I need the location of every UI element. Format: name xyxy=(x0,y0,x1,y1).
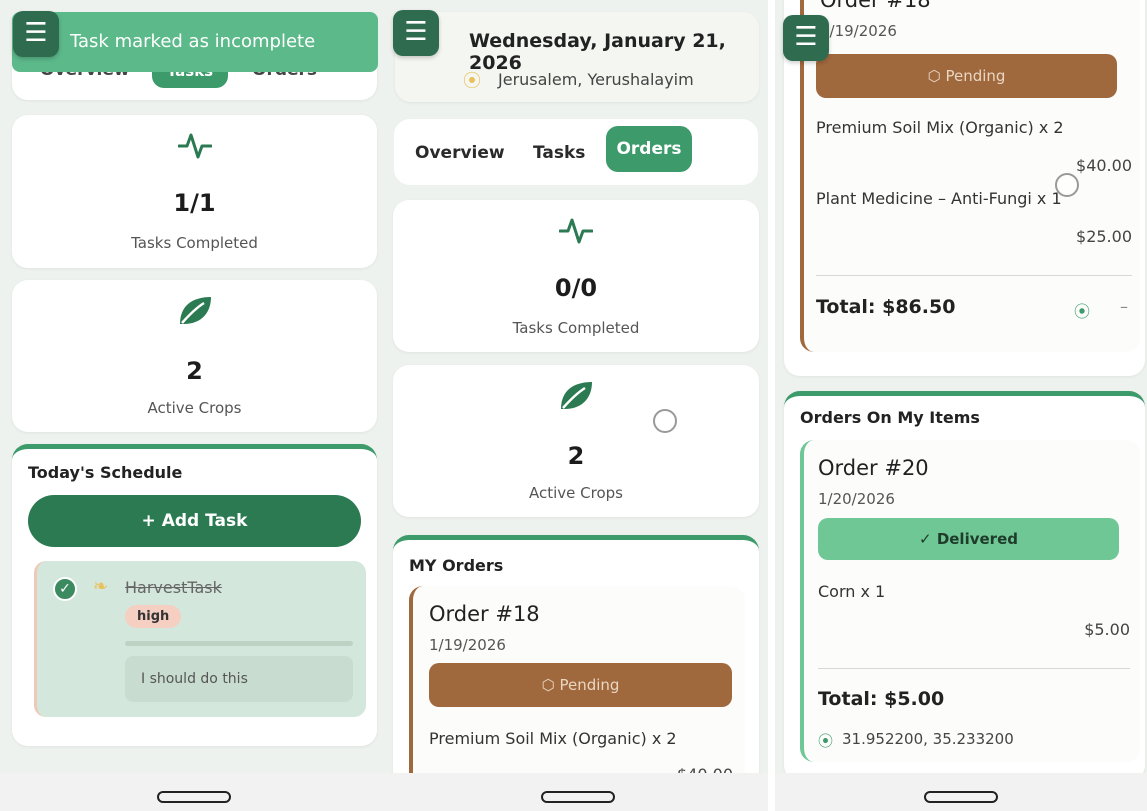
tasks-completed-value: 1/1 xyxy=(173,189,216,217)
order-date: 1/19/2026 xyxy=(429,636,506,654)
task-progress-bar xyxy=(125,641,353,646)
order-item-price: $25.00 xyxy=(1076,227,1132,246)
check-icon: ✓ xyxy=(919,530,937,548)
stat-card-crops: 2 Active Crops xyxy=(393,365,759,517)
order-total: Total: $5.00 xyxy=(818,688,945,710)
package-icon: ⬡ xyxy=(927,67,946,85)
toast-message: Task marked as incomplete xyxy=(12,12,378,72)
task-note: I should do this xyxy=(125,656,353,702)
leaf-icon xyxy=(12,294,377,332)
hamburger-icon: ☰ xyxy=(24,18,48,48)
activity-icon xyxy=(12,129,377,165)
task-checkbox[interactable]: ✓ xyxy=(53,577,77,601)
divider xyxy=(818,668,1130,669)
order-title: Order #18 xyxy=(820,0,931,12)
home-gesture-pill[interactable] xyxy=(540,791,615,803)
order-total: Total: $86.50 xyxy=(816,296,956,318)
menu-button[interactable]: ☰ xyxy=(13,11,59,57)
status-badge: ⬡ Pending xyxy=(816,54,1117,98)
schedule-title: Today's Schedule xyxy=(28,463,183,482)
active-crops-value: 2 xyxy=(186,357,203,385)
menu-button[interactable]: ☰ xyxy=(393,10,439,56)
divider xyxy=(816,275,1132,276)
gesture-bar xyxy=(387,773,768,811)
order-card[interactable]: Order #18 1/19/2026 ⬡ Pending Premium So… xyxy=(800,0,1140,352)
status-badge: ✓ Delivered xyxy=(818,518,1119,560)
stat-card-tasks: 0/0 Tasks Completed xyxy=(393,200,759,352)
date-header-card: Wednesday, January 21, 2026 ⦿ Jerusalem,… xyxy=(395,12,759,102)
task-name: HarvestTask xyxy=(125,578,222,597)
hamburger-icon: ☰ xyxy=(404,17,428,47)
tab-orders[interactable]: Orders xyxy=(606,126,692,172)
location-pin-icon: ⦿ xyxy=(818,732,834,750)
tasks-completed-label: Tasks Completed xyxy=(131,234,258,252)
order-item: Premium Soil Mix (Organic) x 2 xyxy=(816,118,1064,137)
stat-card-tasks: 1/1 Tasks Completed xyxy=(12,115,377,268)
my-order-card-continued: Order #18 1/19/2026 ⬡ Pending Premium So… xyxy=(784,0,1145,376)
status-badge: ⬡ Pending xyxy=(429,663,732,707)
order-title: Order #20 xyxy=(818,456,929,480)
status-text: Pending xyxy=(559,676,620,694)
touch-indicator xyxy=(653,409,677,433)
status-text: Pending xyxy=(945,67,1006,85)
my-orders-title: MY Orders xyxy=(409,556,504,575)
gesture-bar xyxy=(0,773,387,811)
harvest-leaf-icon: ❧ xyxy=(93,576,109,597)
package-icon: ⬡ xyxy=(541,676,560,694)
my-orders-card: MY Orders Order #18 1/19/2026 ⬡ Pending … xyxy=(393,535,759,806)
active-crops-label: Active Crops xyxy=(529,484,623,502)
date-text: Wednesday, January 21, 2026 xyxy=(469,30,726,74)
stat-card-crops: 2 Active Crops xyxy=(12,280,377,432)
orders-on-items-card: Orders On My Items Order #20 1/20/2026 ✓… xyxy=(784,391,1145,781)
order-item-price: $5.00 xyxy=(1084,620,1130,639)
location-text: Jerusalem, Yerushalayim xyxy=(498,70,694,89)
screen-panel-3: Order #18 1/19/2026 ⬡ Pending Premium So… xyxy=(775,0,1147,811)
schedule-card: Today's Schedule + Add Task ✓ ❧ HarvestT… xyxy=(12,444,377,746)
order-date: 1/19/2026 xyxy=(820,22,897,40)
priority-badge: high xyxy=(125,605,182,628)
add-task-button[interactable]: + Add Task xyxy=(28,495,361,547)
task-item[interactable]: ✓ ❧ HarvestTask high I should do this xyxy=(34,561,366,717)
location-pin-icon: ⦿ xyxy=(463,71,481,92)
screen-panel-1: Overview Tasks Orders Task marked as inc… xyxy=(0,0,387,811)
screen-panel-2: Wednesday, January 21, 2026 ⦿ Jerusalem,… xyxy=(387,0,768,811)
location-pin-icon: ⦿ xyxy=(1073,302,1090,321)
gesture-bar xyxy=(775,773,1147,811)
active-crops-value: 2 xyxy=(567,442,585,470)
order-item: Corn x 1 xyxy=(818,582,886,601)
orders-on-items-title: Orders On My Items xyxy=(800,408,980,427)
tab-overview[interactable]: Overview xyxy=(415,143,505,163)
home-gesture-pill[interactable] xyxy=(156,791,231,803)
location-text: – xyxy=(1120,297,1128,316)
touch-indicator xyxy=(1055,173,1079,197)
order-card[interactable]: Order #20 1/20/2026 ✓ Delivered Corn x 1… xyxy=(800,440,1140,762)
tab-tasks[interactable]: Tasks xyxy=(533,143,585,163)
tasks-completed-value: 0/0 xyxy=(554,274,598,302)
order-item-price: $40.00 xyxy=(1076,156,1132,175)
leaf-icon xyxy=(393,379,759,417)
order-item: Plant Medicine – Anti-Fungi x 1 xyxy=(816,189,1062,208)
menu-button[interactable]: ☰ xyxy=(783,15,829,61)
tab-bar: Overview Tasks Orders xyxy=(394,119,758,185)
order-date: 1/20/2026 xyxy=(818,490,895,508)
tasks-completed-label: Tasks Completed xyxy=(512,319,640,337)
order-title: Order #18 xyxy=(429,602,540,626)
hamburger-icon: ☰ xyxy=(794,22,818,52)
active-crops-label: Active Crops xyxy=(147,399,242,417)
status-text: Delivered xyxy=(936,530,1018,548)
order-item: Premium Soil Mix (Organic) x 2 xyxy=(429,729,677,748)
order-coordinates: 31.952200, 35.233200 xyxy=(842,730,1014,748)
activity-icon xyxy=(393,214,759,250)
home-gesture-pill[interactable] xyxy=(924,791,998,803)
